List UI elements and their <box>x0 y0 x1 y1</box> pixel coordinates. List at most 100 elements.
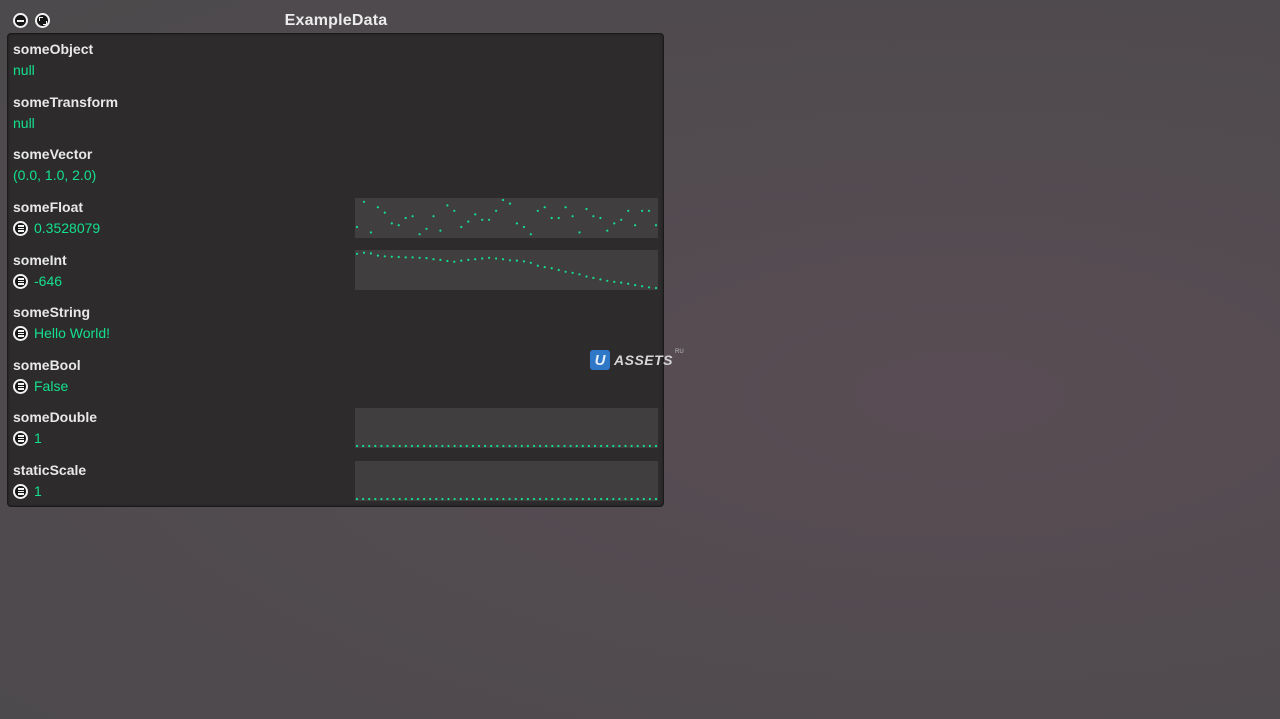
graph-point <box>380 497 383 501</box>
graph-point <box>647 209 651 212</box>
menu-icon[interactable] <box>13 431 28 446</box>
graph-point <box>514 444 517 448</box>
graph-point <box>641 285 644 288</box>
watermark-badge: U <box>590 350 610 370</box>
field-label: someVector <box>13 146 93 162</box>
graph-point <box>439 229 442 232</box>
graph-point <box>441 497 444 501</box>
field-label: someTransform <box>13 94 119 110</box>
graph-point <box>410 444 413 448</box>
graph-point <box>508 497 511 501</box>
menu-icon[interactable] <box>13 326 28 341</box>
graph-point <box>362 200 366 203</box>
graph-point <box>571 215 574 218</box>
graph-point <box>386 444 389 448</box>
graph-point <box>453 260 456 263</box>
graph-point <box>362 444 365 448</box>
field-value: 1 <box>34 483 42 499</box>
graph-point <box>490 444 493 448</box>
graph-point <box>593 497 597 501</box>
graph-point <box>418 256 421 259</box>
field-value: -646 <box>34 273 63 289</box>
graph-point <box>459 497 462 501</box>
graph-point <box>390 222 393 225</box>
graph-point <box>496 497 499 501</box>
graph-point <box>575 444 578 448</box>
graph-someFloat <box>355 198 658 238</box>
graph-point <box>369 231 372 234</box>
field-someBool: someBool False <box>13 357 343 401</box>
field-value: False <box>34 378 69 394</box>
graph-point <box>532 444 536 448</box>
graph-point <box>522 225 525 229</box>
graph-point <box>441 444 444 448</box>
graph-point <box>453 209 456 212</box>
graph-point <box>529 261 532 264</box>
graph-point <box>613 222 616 225</box>
graph-point <box>550 216 553 220</box>
graph-point <box>529 233 532 236</box>
graph-point <box>496 444 499 448</box>
graph-point <box>634 284 637 287</box>
graph-point <box>474 213 477 216</box>
graph-point <box>654 286 658 290</box>
graph-point <box>435 444 438 448</box>
graph-point <box>423 497 426 501</box>
watermark-text: ASSETS <box>614 352 674 368</box>
graph-point <box>474 258 477 261</box>
graph-point <box>627 282 630 285</box>
graph-point <box>545 497 548 501</box>
graph-point <box>460 225 463 229</box>
graph-point <box>447 444 450 448</box>
graph-point <box>392 444 395 448</box>
graph-point <box>484 497 487 501</box>
graph-point <box>536 264 539 267</box>
menu-icon[interactable] <box>13 221 28 236</box>
graph-point <box>459 444 462 448</box>
field-someTransform: someTransform null <box>13 94 343 138</box>
field-someFloat: someFloat 0.3528079 <box>13 199 343 243</box>
graph-point <box>612 444 615 448</box>
graph-point <box>526 444 529 448</box>
graph-point <box>557 444 560 448</box>
graph-point <box>432 258 435 261</box>
graph-point <box>429 497 432 501</box>
graph-staticScale <box>355 461 658 501</box>
field-label: someObject <box>13 41 94 57</box>
graph-point <box>362 251 366 254</box>
graph-point <box>471 444 474 448</box>
graph-point <box>654 497 658 501</box>
graph-point <box>488 218 491 221</box>
graph-point <box>571 271 574 274</box>
field-someInt: someInt -646 <box>13 252 343 296</box>
graph-point <box>502 497 505 501</box>
graph-point <box>630 444 633 448</box>
graph-point <box>563 497 566 501</box>
menu-icon[interactable] <box>13 379 28 394</box>
field-label: someBool <box>13 357 81 373</box>
graph-point <box>501 258 505 261</box>
graph-someInt <box>355 250 658 290</box>
menu-icon[interactable] <box>13 484 28 499</box>
graph-point <box>374 497 377 501</box>
graph-point <box>386 497 389 501</box>
graph-point <box>465 497 468 501</box>
graph-point <box>539 497 542 501</box>
field-value: 1 <box>34 430 42 446</box>
graph-point <box>600 497 603 501</box>
graph-point <box>508 444 511 448</box>
graph-point <box>481 218 484 221</box>
graph-point <box>488 256 491 259</box>
graph-point <box>390 255 393 258</box>
graph-point <box>376 254 379 257</box>
graph-point <box>368 497 371 501</box>
graph-point <box>411 215 414 218</box>
watermark-sup: RU <box>675 349 684 355</box>
field-someVector: someVector (0.0, 1.0, 2.0) <box>13 146 343 190</box>
graph-point <box>515 259 518 262</box>
graph-point <box>563 444 566 448</box>
menu-icon[interactable] <box>13 274 28 289</box>
graph-point <box>536 209 539 212</box>
graph-point <box>490 497 493 501</box>
graph-point <box>495 209 498 212</box>
